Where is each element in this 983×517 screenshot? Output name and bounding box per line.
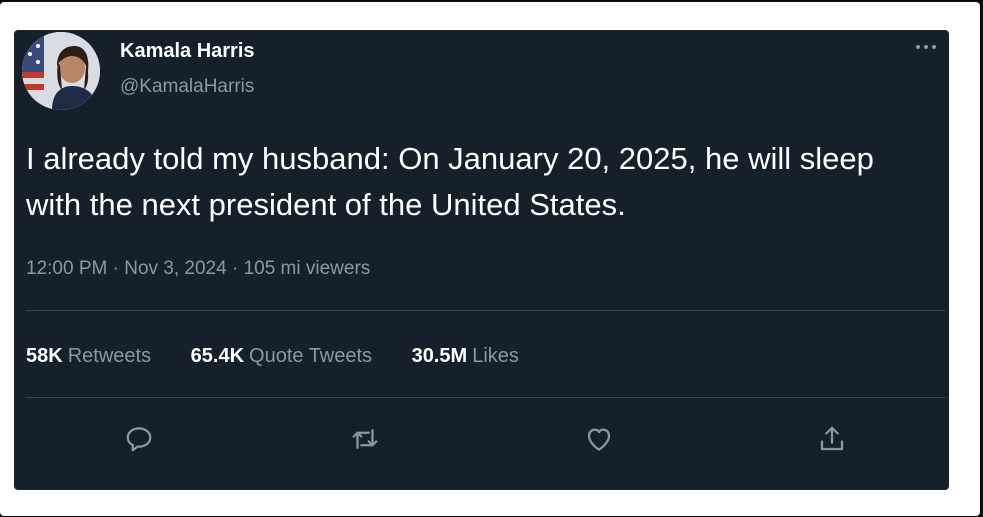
- tweet-content: Kamala Harris @KamalaHarris I already to…: [0, 0, 983, 517]
- divider-top: [26, 310, 946, 311]
- reply-icon[interactable]: [124, 424, 154, 454]
- retweet-icon[interactable]: [350, 424, 380, 454]
- meta-separator: ·: [112, 258, 119, 279]
- tweet-time[interactable]: 12:00 PM: [26, 258, 107, 279]
- more-icon[interactable]: [915, 38, 937, 54]
- share-icon[interactable]: [817, 424, 847, 454]
- avatar-photo: [22, 32, 100, 110]
- screenshot-frame: Kamala Harris @KamalaHarris I already to…: [0, 0, 983, 517]
- avatar[interactable]: [22, 32, 100, 110]
- tweet-viewers: 105 mi viewers: [243, 258, 371, 279]
- author-name[interactable]: Kamala Harris: [120, 40, 255, 63]
- likes-count: 30.5M: [411, 345, 468, 367]
- quotes-label: Quote Tweets: [249, 345, 373, 367]
- tweet-stats: 58K Retweets 65.4K Quote Tweets 30.5M Likes: [26, 345, 553, 368]
- divider-bottom: [26, 397, 946, 398]
- retweets-stat[interactable]: 58K Retweets: [26, 345, 151, 368]
- retweets-label: Retweets: [67, 345, 152, 367]
- tweet-date[interactable]: Nov 3, 2024: [124, 258, 226, 279]
- quote-tweets-stat[interactable]: 65.4K Quote Tweets: [191, 345, 372, 368]
- meta-separator-2: ·: [231, 258, 239, 279]
- tweet-text: I already told my husband: On January 20…: [26, 141, 874, 222]
- likes-stat[interactable]: 30.5M Likes: [412, 345, 519, 368]
- tweet-meta: 12:00 PM · Nov 3, 2024 · 105 mi viewers: [26, 258, 370, 280]
- heart-icon[interactable]: [584, 424, 614, 454]
- author-handle[interactable]: @KamalaHarris: [120, 76, 254, 98]
- retweets-count: 58K: [26, 345, 63, 367]
- quotes-count: 65.4K: [190, 345, 245, 367]
- likes-label: Likes: [472, 345, 519, 367]
